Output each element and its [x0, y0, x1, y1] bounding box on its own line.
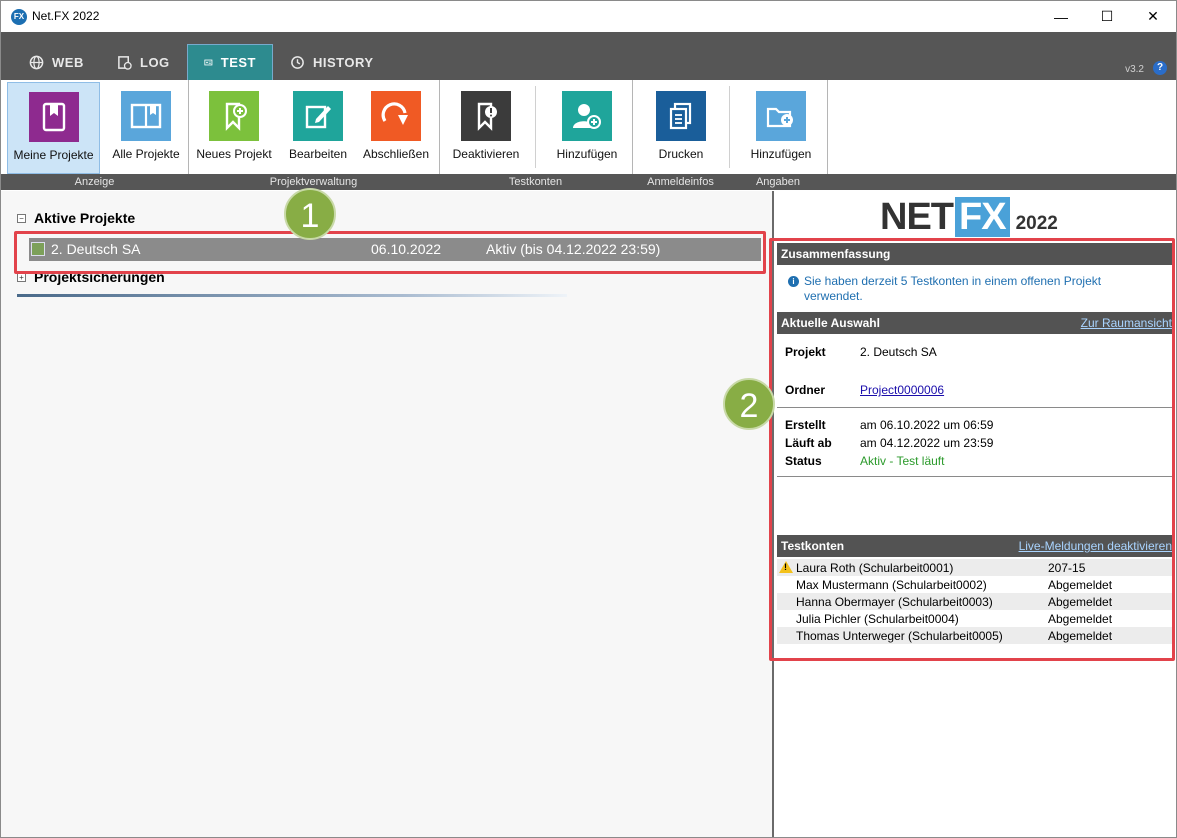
- new-project-icon: [209, 91, 259, 141]
- add-details-button[interactable]: Hinzufügen: [744, 82, 818, 174]
- highlight-box-1: [14, 231, 766, 274]
- add-test-account-label: Hinzufügen: [556, 147, 618, 161]
- add-test-account-button[interactable]: Hinzufügen: [550, 82, 624, 174]
- group-label-projektverwaltung: Projektverwaltung: [269, 176, 358, 188]
- group-label-anzeige: Anzeige: [74, 176, 115, 188]
- edit-icon: [293, 91, 343, 141]
- minimize-button[interactable]: —: [1038, 1, 1084, 32]
- tab-history-label: HISTORY: [313, 54, 374, 70]
- tab-web-label: WEB: [52, 54, 84, 70]
- close-button[interactable]: ✕: [1130, 1, 1176, 32]
- history-icon: [291, 55, 304, 69]
- tab-test[interactable]: TEST: [187, 44, 273, 80]
- netfx-logo: NET FX 2022: [880, 197, 1058, 237]
- add-folder-icon: [756, 91, 806, 141]
- all-projects-label: Alle Projekte: [112, 147, 180, 161]
- tab-log-label: LOG: [140, 54, 170, 70]
- ribbon: Meine Projekte Alle Projekte Neues Proje…: [1, 80, 1176, 191]
- tab-log[interactable]: LOG: [101, 44, 186, 80]
- tab-test-label: TEST: [220, 55, 256, 70]
- edit-label: Bearbeiten: [288, 147, 348, 161]
- deactivate-label: Deaktivieren: [452, 147, 520, 161]
- group-label-angaben: Angaben: [755, 176, 801, 188]
- project-tree-pane: − Aktive Projekte 2. Deutsch SA 06.10.20…: [1, 188, 772, 837]
- new-project-label: Neues Projekt: [196, 147, 272, 161]
- collapse-icon[interactable]: −: [17, 213, 26, 223]
- print-label: Drucken: [658, 147, 704, 161]
- finish-icon: [371, 91, 421, 141]
- version-label: v3.2: [1125, 64, 1144, 75]
- callout-badge-2: 2: [723, 378, 775, 430]
- group-label-anmeldeinfos: Anmeldeinfos: [647, 176, 714, 188]
- help-icon[interactable]: ?: [1153, 61, 1167, 75]
- all-projects-button[interactable]: Alle Projekte: [105, 82, 187, 174]
- deactivate-button[interactable]: Deaktivieren: [448, 82, 524, 174]
- deactivate-icon: [461, 91, 511, 141]
- app-window: FX Net.FX 2022 — ☐ ✕ WEB LOG TEST HISTOR…: [0, 0, 1177, 838]
- section-underline: [17, 294, 567, 297]
- new-project-button[interactable]: Neues Projekt: [194, 82, 274, 174]
- active-projects-header[interactable]: − Aktive Projekte: [17, 210, 135, 226]
- title-bar: FX Net.FX 2022 — ☐ ✕: [1, 1, 1176, 32]
- all-projects-icon: [121, 91, 171, 141]
- logo-year: 2022: [1015, 213, 1058, 234]
- globe-icon: [29, 55, 44, 69]
- add-details-label: Hinzufügen: [750, 147, 812, 161]
- logo-fx: FX: [955, 197, 1010, 237]
- maximize-button[interactable]: ☐: [1084, 1, 1130, 32]
- print-button[interactable]: Drucken: [645, 82, 717, 174]
- ribbon-separator: [535, 86, 536, 168]
- active-projects-title: Aktive Projekte: [34, 210, 136, 226]
- finish-label: Abschließen: [362, 147, 430, 161]
- print-icon: [656, 91, 706, 141]
- ribbon-separator: [729, 86, 730, 168]
- highlight-box-2: [769, 238, 1175, 661]
- log-icon: [118, 55, 132, 70]
- tab-history[interactable]: HISTORY: [274, 44, 390, 80]
- window-title: Net.FX 2022: [32, 9, 100, 23]
- my-projects-icon: [28, 92, 79, 142]
- app-logo-icon: FX: [11, 9, 27, 25]
- add-user-icon: [562, 91, 612, 141]
- details-pane: NET FX 2022 Zusammenfassung i Sie haben …: [723, 191, 1176, 837]
- test-icon: [204, 59, 213, 66]
- main-tab-bar: WEB LOG TEST HISTORY v3.2 ?: [1, 32, 1176, 80]
- tab-web[interactable]: WEB: [13, 44, 100, 80]
- finish-button[interactable]: Abschließen: [360, 82, 432, 174]
- group-label-testkonten: Testkonten: [508, 176, 563, 188]
- my-projects-label: Meine Projekte: [13, 148, 94, 162]
- my-projects-button[interactable]: Meine Projekte: [7, 82, 100, 174]
- callout-badge-1: 1: [284, 188, 336, 240]
- edit-button[interactable]: Bearbeiten: [282, 82, 354, 174]
- logo-net: NET: [880, 196, 954, 238]
